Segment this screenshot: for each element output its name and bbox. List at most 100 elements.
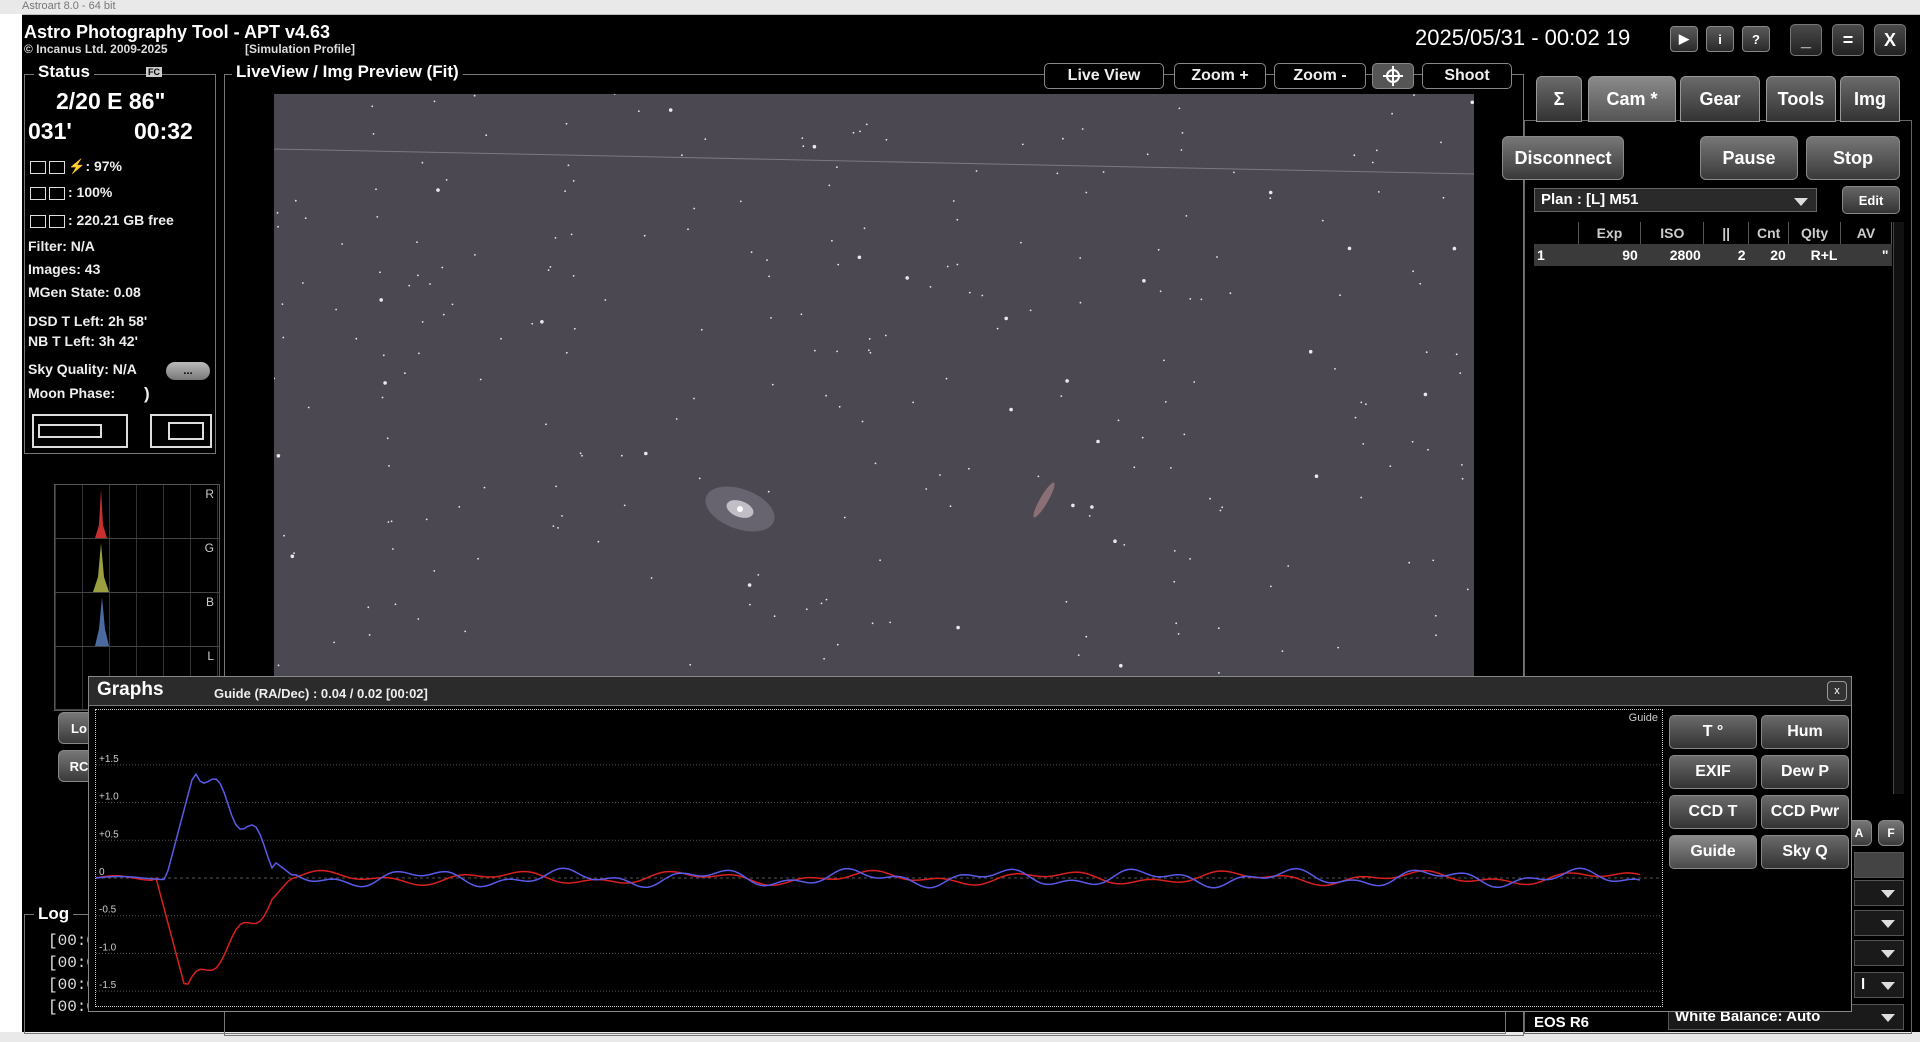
graphs-window: Graphs Guide (RA/Dec) : 0.04 / 0.02 [00:…: [88, 676, 1852, 1012]
graphs-close-button[interactable]: x: [1827, 681, 1847, 701]
star: [1219, 509, 1222, 512]
star: [975, 170, 978, 172]
edit-plan-button[interactable]: Edit: [1842, 186, 1900, 214]
star: [565, 351, 568, 354]
star: [567, 164, 570, 167]
zoom-in-button[interactable]: Zoom +: [1174, 63, 1266, 89]
table-row[interactable]: 1 90 2800 2 20 R+L ": [1534, 244, 1892, 266]
ccd-temp-button[interactable]: CCD T: [1669, 795, 1757, 829]
star: [952, 200, 955, 202]
ccd-power-button[interactable]: CCD Pwr: [1761, 795, 1849, 829]
star: [1362, 443, 1365, 445]
maximize-icon: =: [1842, 29, 1854, 50]
histogram-red: R: [55, 485, 219, 539]
setting-combo-4[interactable]: l: [1854, 972, 1904, 998]
star: [1308, 349, 1313, 354]
minimize-button[interactable]: _: [1790, 24, 1822, 56]
star: [1133, 466, 1136, 469]
star: [1117, 419, 1120, 422]
setting-combo-3[interactable]: [1854, 940, 1904, 966]
star: [700, 328, 703, 331]
live-view-button[interactable]: Live View: [1044, 63, 1164, 89]
star: [549, 266, 552, 268]
tab-gear[interactable]: Gear: [1680, 76, 1760, 122]
star: [1193, 381, 1196, 383]
star: [1079, 301, 1082, 304]
star: [341, 243, 343, 245]
star: [573, 327, 576, 330]
star: [1314, 474, 1319, 479]
star: [1281, 650, 1284, 652]
star: [812, 144, 817, 149]
help-button[interactable]: ?: [1742, 26, 1770, 52]
star: [554, 237, 557, 239]
star: [749, 603, 751, 606]
table-cell: 2800: [1640, 244, 1704, 266]
temperature-button[interactable]: T °: [1669, 715, 1757, 749]
pause-button[interactable]: Pause: [1700, 136, 1798, 180]
setting-combo-2[interactable]: [1854, 910, 1904, 936]
status-angle: 031': [28, 118, 72, 144]
star: [1221, 506, 1224, 509]
humidity-button[interactable]: Hum: [1761, 715, 1849, 749]
zoom-out-button[interactable]: Zoom -: [1274, 63, 1366, 89]
star: [1391, 112, 1393, 115]
shoot-button[interactable]: Shoot: [1422, 63, 1512, 89]
star: [441, 266, 444, 269]
column-header: Cnt: [1748, 222, 1790, 244]
star: [368, 634, 371, 636]
setting-field[interactable]: [1854, 852, 1904, 878]
guide-button[interactable]: Guide: [1669, 835, 1757, 869]
stretch-toggle[interactable]: [150, 414, 212, 448]
star: [379, 298, 383, 302]
star: [869, 351, 872, 354]
star: [820, 602, 823, 605]
star: [561, 515, 563, 517]
dew-point-button[interactable]: Dew P: [1761, 755, 1849, 789]
guide-plot-svg: +1.5+1.0+0.50-0.5-1.0-1.5: [96, 754, 1662, 992]
tab-tools[interactable]: Tools: [1766, 76, 1836, 122]
sky-quality-button[interactable]: ...: [166, 362, 210, 380]
profile-label: [Simulation Profile]: [245, 42, 356, 56]
graphs-title: Graphs: [97, 679, 164, 700]
exif-button[interactable]: EXIF: [1669, 755, 1757, 789]
table-cell: 2: [1703, 244, 1749, 266]
y-tick-label: -0.5: [99, 905, 117, 916]
crosshair-button[interactable]: [1372, 63, 1414, 89]
column-header: [1534, 222, 1579, 244]
setting-combo-1[interactable]: [1854, 880, 1904, 906]
star: [1065, 600, 1068, 603]
f-button[interactable]: F: [1878, 820, 1904, 846]
disconnect-button[interactable]: Disconnect: [1502, 136, 1624, 180]
tab-img[interactable]: Img: [1840, 76, 1900, 122]
background-app-edge: [0, 14, 22, 1034]
star: [394, 603, 397, 606]
star: [1102, 171, 1105, 173]
clock: 2025/05/31 - 00:02 19: [1415, 25, 1631, 50]
star: [693, 207, 696, 210]
play-button[interactable]: ▶: [1670, 26, 1698, 52]
close-button[interactable]: X: [1874, 24, 1906, 56]
star: [1062, 137, 1064, 140]
star: [1455, 353, 1458, 356]
star: [836, 350, 838, 353]
plan-select[interactable]: Plan : [L] M51: [1534, 188, 1817, 212]
star: [956, 263, 959, 266]
tab-camera[interactable]: Cam *: [1588, 76, 1676, 122]
star: [579, 452, 582, 455]
star: [687, 228, 689, 231]
stretch-slider[interactable]: [32, 414, 128, 448]
plan-scrollbar[interactable]: [1893, 222, 1904, 794]
star: [802, 145, 805, 148]
stop-button[interactable]: Stop: [1806, 136, 1900, 180]
star: [698, 477, 701, 480]
tab-sigma[interactable]: Σ: [1536, 76, 1582, 122]
info-button[interactable]: i: [1706, 26, 1734, 52]
star: [879, 559, 881, 562]
star: [1159, 290, 1162, 293]
table-cell: 1: [1534, 244, 1579, 266]
star: [604, 299, 607, 301]
sky-quality-graph-button[interactable]: Sky Q: [1761, 835, 1849, 869]
maximize-button[interactable]: =: [1832, 24, 1864, 56]
preview-image[interactable]: [274, 94, 1474, 678]
